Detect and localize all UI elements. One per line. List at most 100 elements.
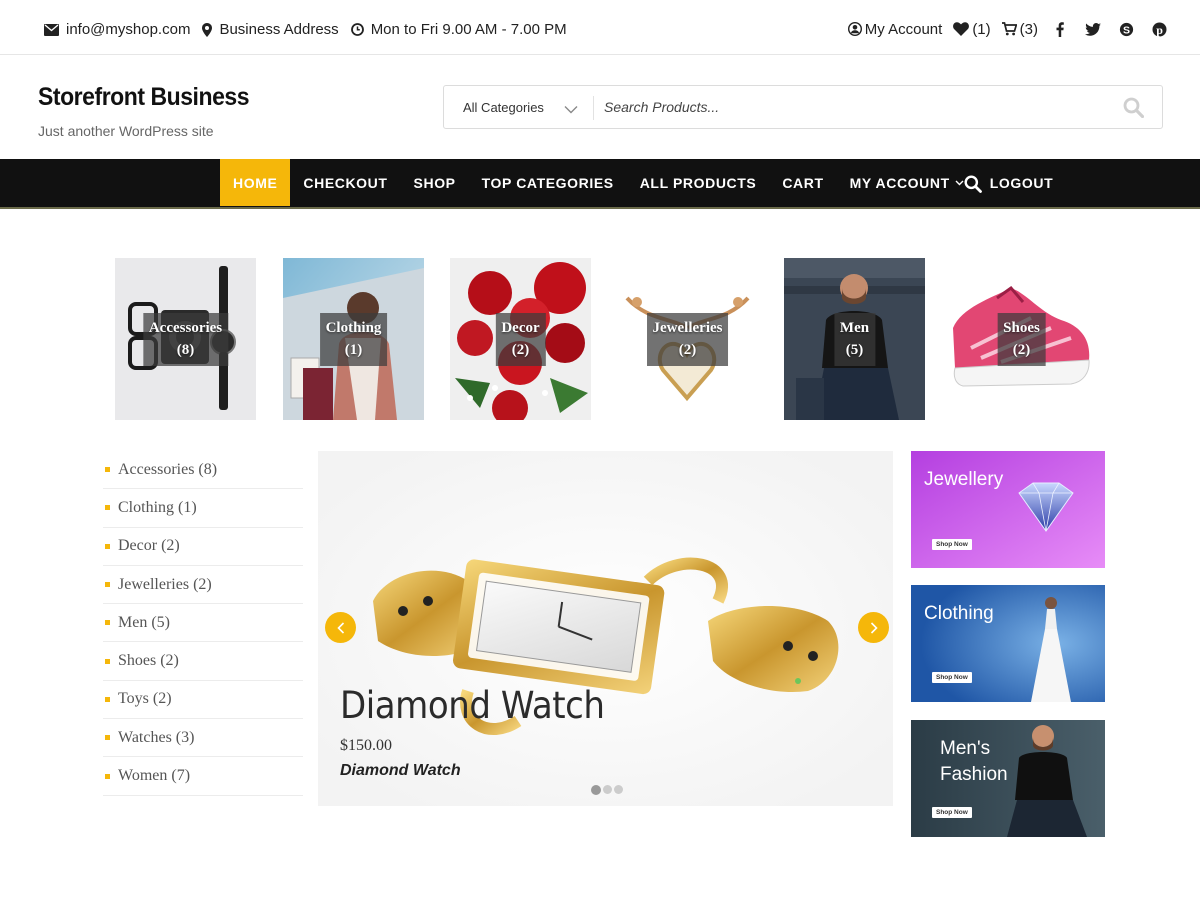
- bullet-icon: [105, 467, 110, 473]
- address-link[interactable]: Business Address: [202, 21, 339, 38]
- category-link[interactable]: Clothing (1): [118, 499, 197, 517]
- slide-title[interactable]: Diamond Watch: [340, 684, 605, 727]
- nav-item-logout[interactable]: LOGOUT: [977, 159, 1066, 207]
- chevron-down-icon[interactable]: [564, 101, 578, 119]
- wishlist-link[interactable]: (1): [953, 20, 991, 38]
- nav-item-all-products[interactable]: ALL PRODUCTS: [627, 159, 770, 207]
- list-item[interactable]: Men (5): [103, 604, 303, 643]
- list-item[interactable]: Accessories (8): [103, 451, 303, 490]
- banner-title: Men's Fashion: [940, 736, 1008, 788]
- category-link[interactable]: Watches (3): [118, 729, 194, 747]
- category-tile-caption: Jewelleries (2): [646, 313, 729, 366]
- slider-next-button[interactable]: [858, 612, 889, 643]
- category-tile-count: (8): [176, 342, 195, 358]
- slide-price: $150.00: [340, 737, 392, 754]
- nav-item-label: CART: [782, 175, 824, 191]
- main-nav: HOME CHECKOUT SHOP TOP CATEGORIES ALL PR…: [0, 159, 1200, 209]
- shop-now-button[interactable]: Shop Now: [932, 807, 972, 818]
- chevron-down-icon: [955, 180, 964, 186]
- category-tile-men[interactable]: Men (5): [784, 258, 925, 420]
- category-tile-caption: Shoes (2): [997, 313, 1046, 366]
- category-tile-name: Men: [839, 320, 870, 336]
- category-tile-caption: Clothing (1): [319, 313, 388, 366]
- bullet-icon: [105, 735, 110, 741]
- pinterest-icon[interactable]: p: [1148, 20, 1170, 38]
- category-tile-name: Jewelleries: [652, 320, 723, 336]
- category-link[interactable]: Accessories (8): [118, 461, 217, 479]
- category-link[interactable]: Toys (2): [118, 690, 172, 708]
- chevron-left-icon: [336, 621, 345, 634]
- site-title[interactable]: Storefront Business: [38, 83, 250, 112]
- category-tile-jewelleries[interactable]: Jewelleries (2): [617, 258, 758, 420]
- twitter-icon[interactable]: [1082, 20, 1104, 38]
- banner-title: Clothing: [924, 603, 994, 624]
- envelope-icon: [44, 23, 59, 36]
- my-account-link[interactable]: My Account: [847, 21, 942, 38]
- slider-dot[interactable]: [614, 785, 623, 794]
- svg-text:p: p: [1156, 22, 1163, 36]
- nav-item-top-categories[interactable]: TOP CATEGORIES: [469, 159, 627, 207]
- category-tile-clothing[interactable]: Clothing (1): [283, 258, 424, 420]
- category-tile-count: (2): [678, 342, 697, 358]
- banner-title-line: Fashion: [940, 764, 1008, 785]
- category-select[interactable]: All Categories: [463, 100, 544, 115]
- wishlist-count: (1): [972, 20, 991, 38]
- category-tile-caption: Decor (2): [495, 313, 546, 366]
- category-link[interactable]: Men (5): [118, 614, 170, 632]
- category-tile-shoes[interactable]: Shoes (2): [951, 258, 1092, 420]
- clock-icon: [350, 23, 364, 36]
- banner-jewellery[interactable]: Jewellery Shop Now: [911, 451, 1105, 568]
- nav-item-home[interactable]: HOME: [220, 159, 291, 206]
- nav-item-label: SHOP: [413, 175, 456, 191]
- diamond-watch-image: [318, 451, 893, 806]
- slider-prev-button[interactable]: [325, 612, 356, 643]
- list-item[interactable]: Jewelleries (2): [103, 566, 303, 605]
- address-text: Business Address: [219, 21, 339, 38]
- nav-item-label: HOME: [233, 174, 278, 191]
- banner-mens-fashion[interactable]: Men's Fashion Shop Now: [911, 720, 1105, 837]
- category-link[interactable]: Women (7): [118, 767, 190, 785]
- email-link[interactable]: info@myshop.com: [44, 21, 190, 38]
- nav-item-my-account[interactable]: MY ACCOUNT: [837, 159, 977, 207]
- list-item[interactable]: Decor (2): [103, 528, 303, 566]
- shop-now-button[interactable]: Shop Now: [932, 672, 972, 683]
- top-bar-account: My Account (1) (3) S p: [837, 20, 1170, 38]
- category-tile-decor[interactable]: Decor (2): [450, 258, 591, 420]
- bullet-icon: [105, 620, 110, 626]
- category-link[interactable]: Decor (2): [118, 537, 180, 555]
- search-icon[interactable]: [1123, 97, 1145, 123]
- product-categories-list: Accessories (8) Clothing (1) Decor (2) J…: [103, 451, 303, 796]
- search-input[interactable]: [604, 94, 1104, 120]
- nav-item-checkout[interactable]: CHECKOUT: [290, 159, 400, 207]
- list-item[interactable]: Women (7): [103, 757, 303, 796]
- cart-count: (3): [1019, 20, 1038, 38]
- skype-icon[interactable]: S: [1115, 20, 1137, 38]
- category-link[interactable]: Shoes (2): [118, 652, 179, 670]
- nav-item-label: CHECKOUT: [303, 175, 388, 191]
- category-tile-count: (1): [344, 342, 363, 358]
- list-item[interactable]: Clothing (1): [103, 489, 303, 528]
- search-icon[interactable]: [964, 175, 982, 198]
- category-tile-name: Shoes: [1003, 320, 1040, 336]
- category-tile-count: (2): [1012, 342, 1031, 358]
- category-tile-accessories[interactable]: Accessories (8): [115, 258, 256, 420]
- cart-link[interactable]: (3): [1001, 20, 1038, 38]
- slider-dot[interactable]: [603, 785, 612, 794]
- slider-dot[interactable]: [591, 785, 601, 795]
- site-tagline: Just another WordPress site: [38, 123, 214, 139]
- nav-item-shop[interactable]: SHOP: [401, 159, 469, 207]
- hero-slider: [318, 451, 893, 806]
- nav-item-cart[interactable]: CART: [769, 159, 836, 207]
- banner-clothing[interactable]: Clothing Shop Now: [911, 585, 1105, 702]
- list-item[interactable]: Shoes (2): [103, 642, 303, 681]
- facebook-icon[interactable]: [1049, 20, 1071, 38]
- list-item[interactable]: Toys (2): [103, 681, 303, 720]
- svg-text:S: S: [1122, 24, 1129, 36]
- bullet-icon: [105, 696, 110, 702]
- category-tile-caption: Men (5): [833, 313, 876, 366]
- list-item[interactable]: Watches (3): [103, 719, 303, 758]
- category-link[interactable]: Jewelleries (2): [118, 576, 212, 594]
- main-nav-list: HOME CHECKOUT SHOP TOP CATEGORIES ALL PR…: [220, 159, 1066, 207]
- category-tile-caption: Accessories (8): [142, 313, 229, 366]
- shop-now-button[interactable]: Shop Now: [932, 539, 972, 550]
